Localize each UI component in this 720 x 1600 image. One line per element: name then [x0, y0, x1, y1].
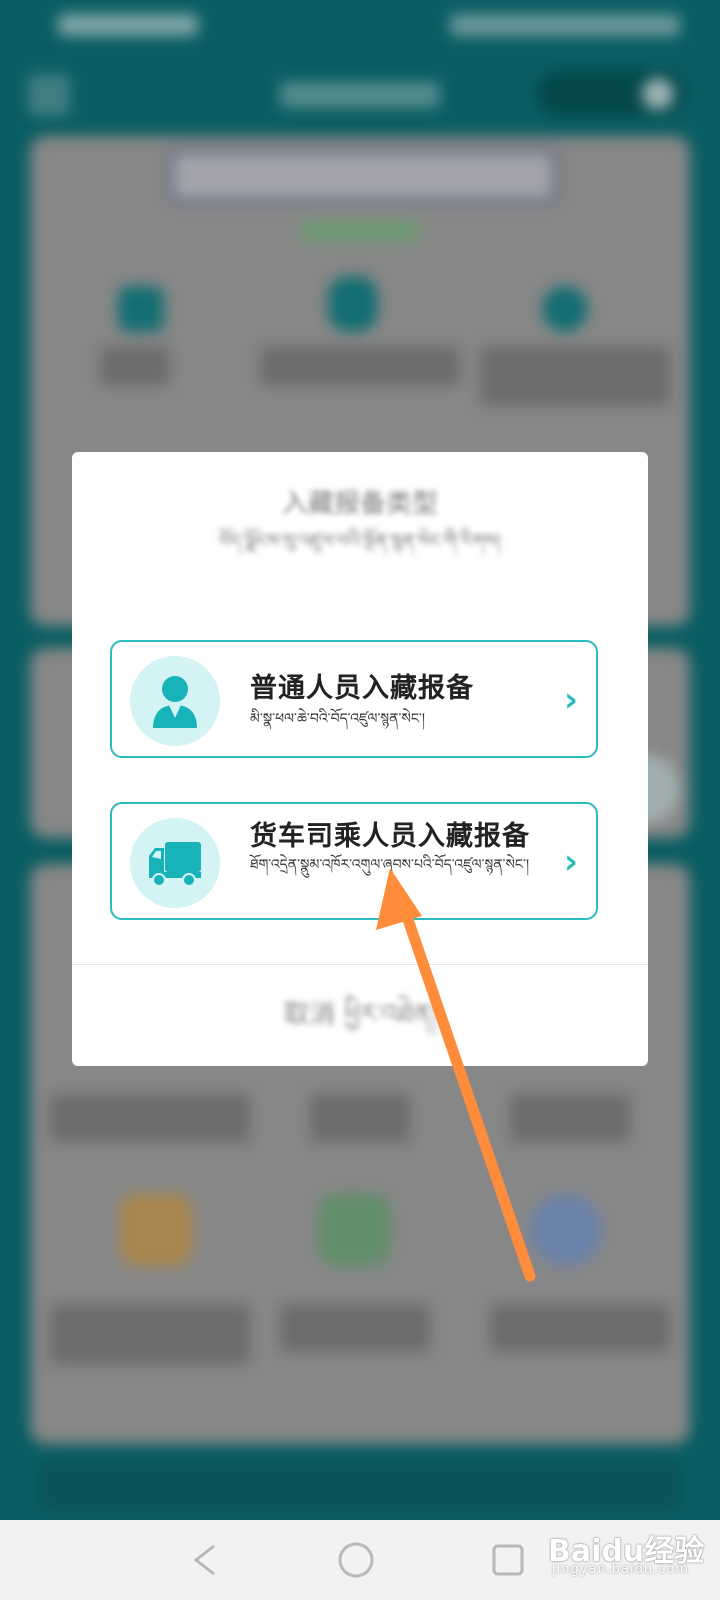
watermark-url: jingyan.baidu.com — [552, 1562, 689, 1577]
option-title: 普通人员入藏报备 — [250, 673, 474, 704]
back-icon[interactable] — [184, 1538, 228, 1582]
option-title: 货车司乘人员入藏报备 — [250, 821, 530, 852]
dialog-header: 入藏报备类型 བོད་ལྗོངས་སུ་འཛུལ་བའི་སྔོན་སྙན་སེ… — [72, 486, 648, 556]
dialog-subtitle: བོད་ལྗོངས་སུ་འཛུལ་བའི་སྔོན་སྙན་སེང་གི་རི… — [219, 531, 501, 552]
home-icon[interactable] — [334, 1538, 378, 1582]
person-icon — [130, 656, 220, 746]
option-truck-driver[interactable]: 货车司乘人员入藏报备 ཐོག་འདྲེན་སྣུམ་འཁོར་འགུལ་ཞབས་… — [110, 802, 598, 920]
recent-apps-icon[interactable] — [486, 1538, 530, 1582]
report-type-dialog: 入藏报备类型 བོད་ལྗོངས་སུ་འཛུལ་བའི་སྔོན་སྙན་སེ… — [72, 452, 648, 1066]
cancel-button[interactable]: 取消 ཕྱིར་འཐེན། — [72, 964, 648, 1066]
dialog-title: 入藏报备类型 — [281, 489, 438, 519]
option-ordinary-person[interactable]: 普通人员入藏报备 མི་སྣ་ཕལ་ཆེ་བའི་བོད་འཛུལ་སྙན་སེ… — [110, 640, 598, 758]
chevron-right-icon: › — [563, 842, 578, 882]
option-subtitle: མི་སྣ་ཕལ་ཆེ་བའི་བོད་འཛུལ་སྙན་སེང་། — [250, 711, 425, 727]
chevron-right-icon: › — [563, 680, 578, 720]
option-subtitle: ཐོག་འདྲེན་སྣུམ་འཁོར་འགུལ་ཞབས་པའི་བོད་འཛུ… — [250, 857, 530, 873]
truck-icon — [130, 818, 220, 908]
baidu-watermark: Baidu经验 jingyan.baidu.com — [548, 1518, 708, 1582]
